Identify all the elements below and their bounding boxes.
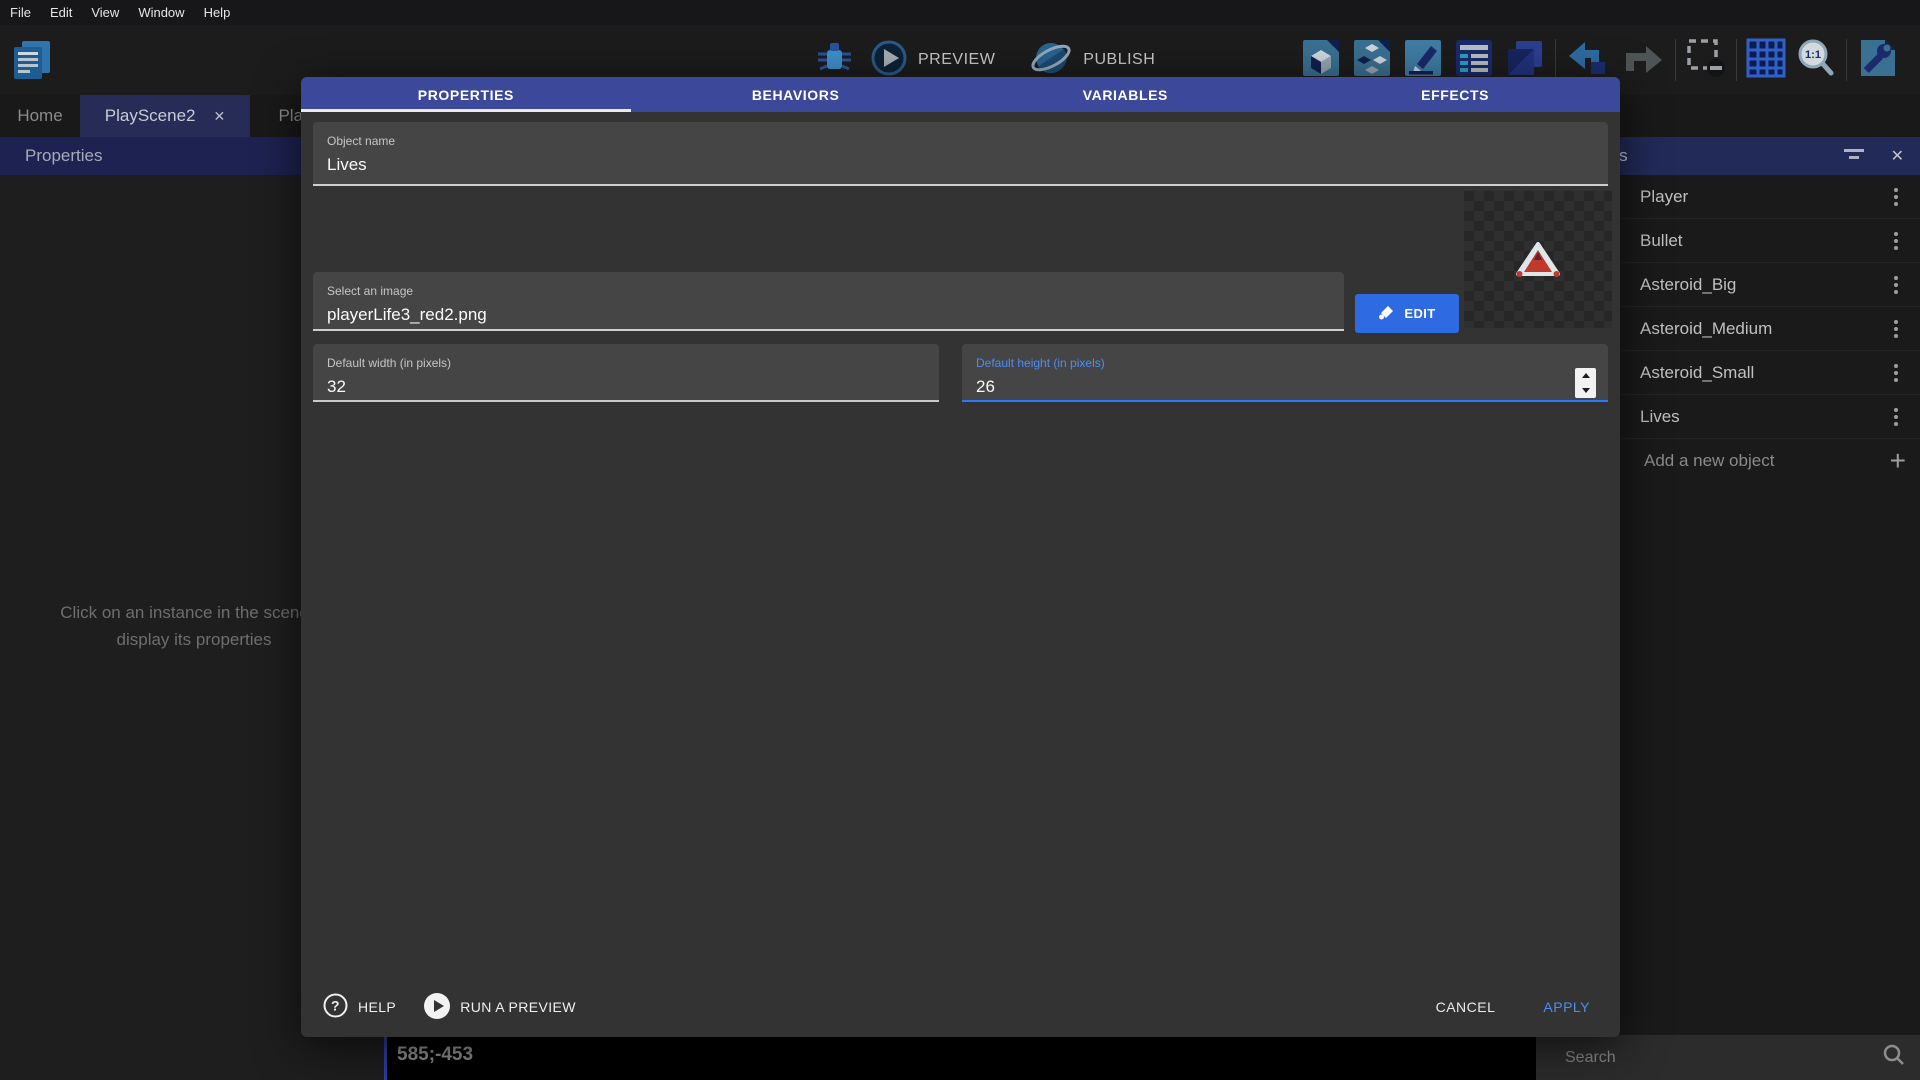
close-icon[interactable]: ✕: [1891, 146, 1904, 166]
menu-view[interactable]: View: [91, 5, 119, 20]
default-width-field[interactable]: Default width (in pixels) 32: [313, 344, 939, 402]
menu-bar: File Edit View Window Help: [0, 0, 1920, 25]
object-name: Asteroid_Small: [1640, 363, 1754, 383]
tab-playscene2-label: PlayScene2: [105, 106, 196, 126]
toolbar-separator: [1675, 39, 1676, 81]
edit-image-button[interactable]: EDIT: [1355, 294, 1459, 333]
publish-label: PUBLISH: [1083, 51, 1155, 69]
tab-behaviors[interactable]: BEHAVIORS: [631, 77, 961, 112]
layers-icon[interactable]: [1504, 38, 1546, 83]
toolbar-separator: [1846, 39, 1847, 81]
play-circle-icon: [424, 993, 450, 1022]
default-width-value[interactable]: 32: [313, 370, 939, 397]
object-properties-dialog: PROPERTIES BEHAVIORS VARIABLES EFFECTS O…: [301, 77, 1620, 1037]
kebab-menu-icon[interactable]: [1890, 314, 1902, 343]
menu-help[interactable]: Help: [204, 5, 231, 20]
dialog-tab-bar: PROPERTIES BEHAVIORS VARIABLES EFFECTS: [301, 77, 1620, 112]
object-name-label: Object name: [313, 122, 1608, 148]
scene-status-bar: 585;-453: [384, 1030, 1536, 1080]
svg-text:1:1: 1:1: [1805, 49, 1821, 61]
toolbar-separator: [1555, 39, 1556, 81]
kebab-menu-icon[interactable]: [1890, 182, 1902, 211]
menu-edit[interactable]: Edit: [50, 5, 72, 20]
zoom-1-1-icon[interactable]: 1:1: [1795, 37, 1837, 84]
help-label: HELP: [358, 999, 396, 1015]
tab-effects[interactable]: EFFECTS: [1290, 77, 1620, 112]
default-height-field[interactable]: Default height (in pixels) 26: [962, 344, 1608, 402]
add-new-object-label: Add a new object: [1644, 451, 1774, 471]
ship-sprite: [1515, 241, 1561, 281]
properties-panel-title: Properties: [25, 146, 102, 166]
active-tab-indicator: [301, 109, 631, 112]
kebab-menu-icon[interactable]: [1890, 402, 1902, 431]
preview-button[interactable]: PREVIEW: [870, 39, 995, 82]
undo-icon[interactable]: [1565, 38, 1611, 83]
select-image-value[interactable]: playerLife3_red2.png: [313, 298, 1344, 325]
brush-icon: [1378, 304, 1395, 324]
filter-icon[interactable]: [1843, 146, 1865, 166]
scene-properties-wrench-icon[interactable]: [1856, 38, 1898, 83]
object-name-value[interactable]: Lives: [313, 148, 1608, 175]
close-icon[interactable]: ✕: [214, 108, 226, 125]
default-width-label: Default width (in pixels): [313, 344, 939, 370]
grid-icon[interactable]: [1746, 38, 1786, 83]
select-image-label: Select an image: [313, 272, 1344, 298]
tab-playscene2[interactable]: PlayScene2 ✕: [80, 95, 250, 137]
default-height-label: Default height (in pixels): [962, 344, 1608, 370]
object-name: Bullet: [1640, 231, 1683, 251]
redo-icon[interactable]: [1620, 38, 1666, 83]
toolbar-separator: [1736, 39, 1737, 81]
instances-list-icon[interactable]: [1453, 38, 1495, 83]
search-icon: [1882, 1043, 1906, 1072]
edit-image-label: EDIT: [1404, 306, 1435, 321]
spinner-up-button[interactable]: [1575, 368, 1596, 383]
kebab-menu-icon[interactable]: [1890, 226, 1902, 255]
cursor-coordinates: 585;-453: [397, 1044, 473, 1066]
preview-label: PREVIEW: [918, 51, 995, 69]
menu-file[interactable]: File: [10, 5, 31, 20]
objects-editor-icon[interactable]: [1300, 38, 1342, 83]
menu-window[interactable]: Window: [138, 5, 184, 20]
apply-button[interactable]: APPLY: [1543, 999, 1590, 1015]
default-height-value[interactable]: 26: [962, 370, 1608, 397]
objects-search-bar: [1536, 1035, 1920, 1080]
kebab-menu-icon[interactable]: [1890, 270, 1902, 299]
object-name: Player: [1640, 187, 1688, 207]
spinner-down-button[interactable]: [1575, 383, 1596, 398]
debug-icon[interactable]: [812, 38, 856, 83]
tab-properties[interactable]: PROPERTIES: [301, 77, 631, 112]
run-preview-button[interactable]: RUN A PREVIEW: [424, 993, 576, 1022]
object-name: Lives: [1640, 407, 1680, 427]
tab-variables[interactable]: VARIABLES: [961, 77, 1291, 112]
select-image-field[interactable]: Select an image playerLife3_red2.png: [313, 272, 1344, 331]
deselect-icon[interactable]: [1685, 37, 1727, 84]
svg-text:?: ?: [331, 998, 340, 1014]
height-spinner: [1575, 368, 1596, 398]
preview-play-icon: [870, 39, 908, 82]
help-button[interactable]: ? HELP: [323, 993, 396, 1021]
project-manager-icon[interactable]: [12, 39, 52, 88]
dialog-footer: ? HELP RUN A PREVIEW CANCEL APPLY: [323, 991, 1590, 1023]
object-name: Asteroid_Medium: [1640, 319, 1772, 339]
object-name: Asteroid_Big: [1640, 275, 1736, 295]
run-preview-label: RUN A PREVIEW: [460, 999, 576, 1015]
add-icon: +: [1890, 445, 1906, 477]
search-input[interactable]: [1565, 1049, 1882, 1067]
cancel-button[interactable]: CANCEL: [1436, 999, 1496, 1015]
tab-home-label: Home: [17, 106, 62, 126]
help-icon: ?: [323, 993, 348, 1021]
kebab-menu-icon[interactable]: [1890, 358, 1902, 387]
edit-properties-icon[interactable]: [1402, 38, 1444, 83]
object-groups-icon[interactable]: [1351, 38, 1393, 83]
tab-home[interactable]: Home: [0, 95, 80, 137]
sprite-thumbnail[interactable]: [1464, 191, 1612, 328]
object-name-field[interactable]: Object name Lives: [313, 122, 1608, 186]
